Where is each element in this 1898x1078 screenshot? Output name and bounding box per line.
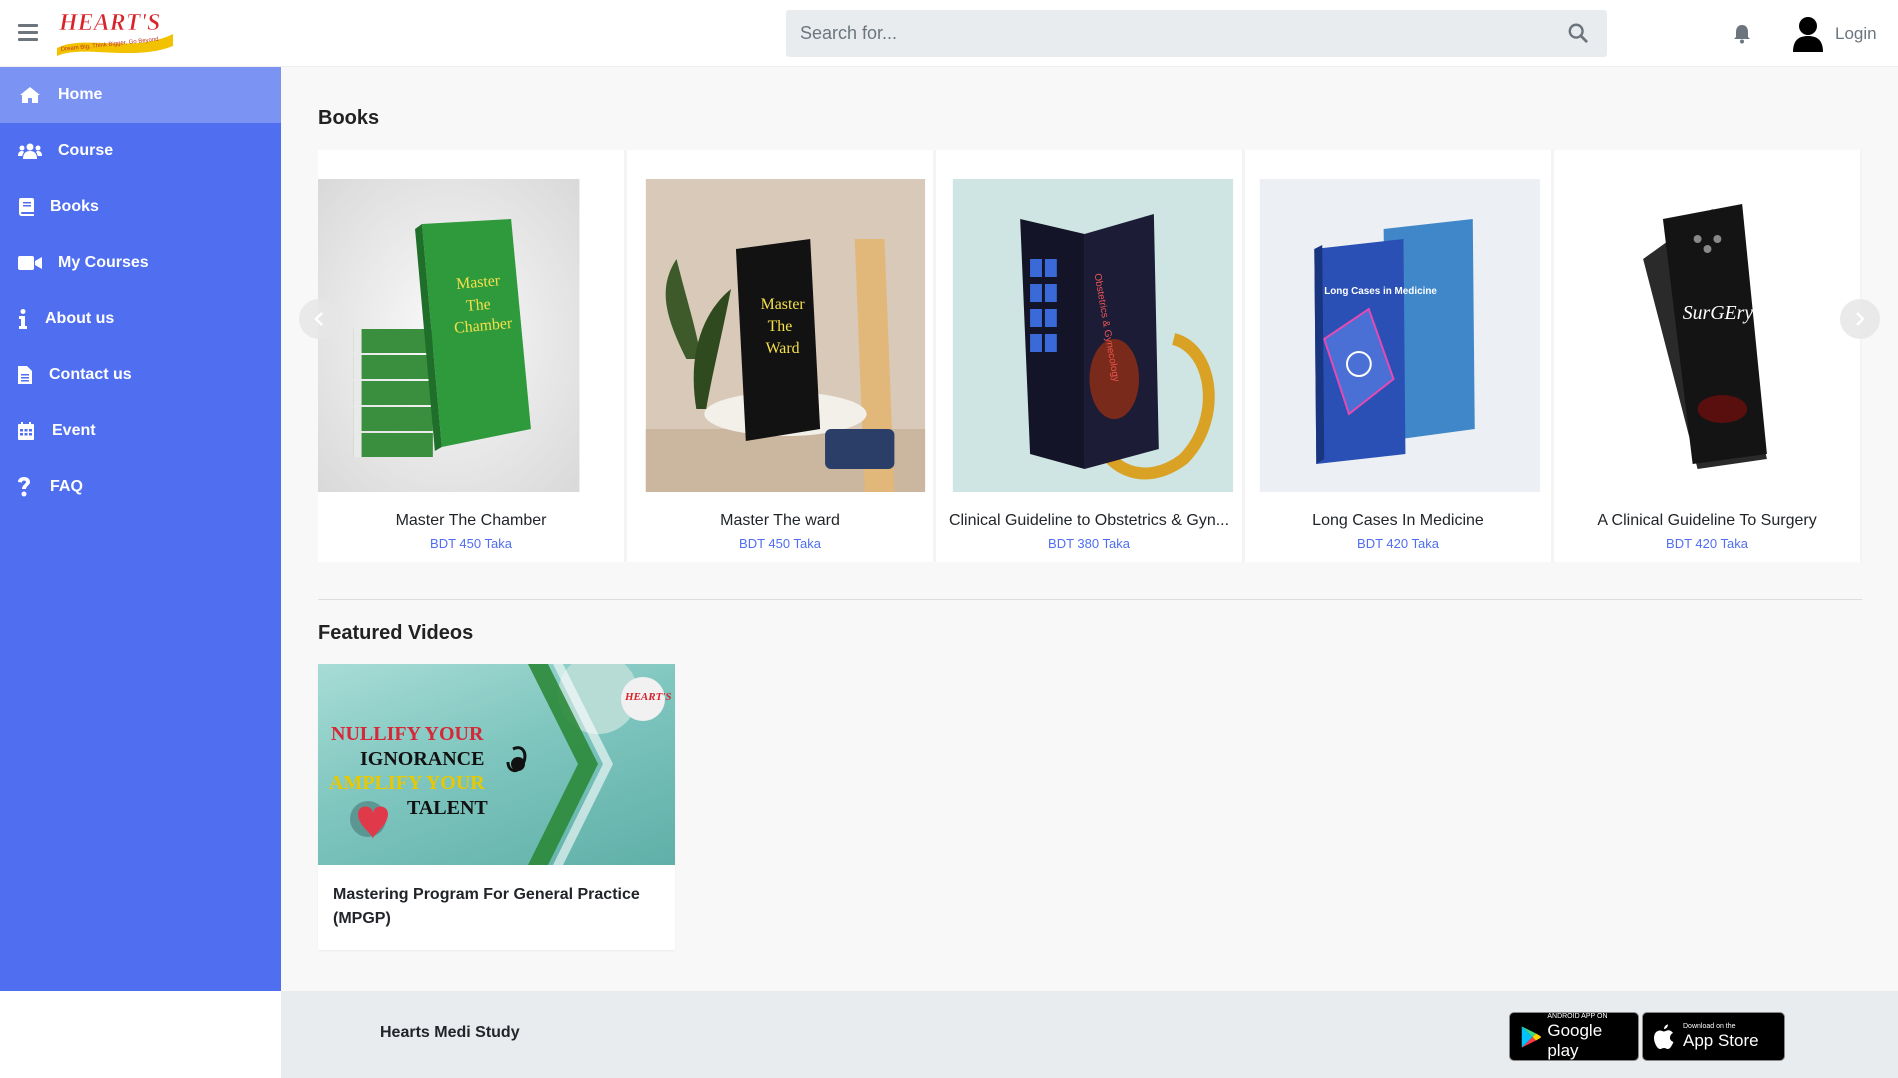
video-thumb-line: TALENT: [407, 797, 488, 819]
video-title: Mastering Program For General Practice (…: [333, 886, 640, 927]
sidebar-item-label: My Courses: [58, 254, 149, 271]
book-icon: [18, 197, 34, 217]
sidebar-item-label: Course: [58, 142, 114, 159]
book-cover-image: SurGEry: [1554, 179, 1860, 492]
carousel-prev-button[interactable]: [299, 299, 339, 339]
book-price: BDT 450 Taka: [739, 536, 821, 551]
user-avatar-icon[interactable]: [1791, 16, 1825, 52]
books-carousel: Master The Chamber Master The Chamber BD…: [318, 150, 1862, 562]
login-link[interactable]: Login: [1835, 24, 1877, 44]
sidebar-item-books[interactable]: Books: [0, 179, 281, 235]
sidebar-nav: Home Course Books My Courses About us Co…: [0, 67, 281, 991]
video-card[interactable]: HEART'S NULLIFY YOUR IGNORANCE AMPLIFY Y…: [318, 664, 675, 950]
brand-logo[interactable]: HEART'S Dream Big, Think Bigger, Go Beyo…: [53, 4, 177, 60]
book-title: Master The Chamber: [395, 512, 547, 529]
book-title: Long Cases In Medicine: [1312, 512, 1484, 529]
book-card[interactable]: Long Cases in Medicine Long Cases In Med…: [1245, 150, 1554, 562]
book-cover-image: Obstetrics & Gynecology: [952, 179, 1234, 492]
sidebar-item-my-courses[interactable]: My Courses: [0, 235, 281, 291]
google-play-big-text: Google play: [1547, 1020, 1603, 1060]
book-card[interactable]: Master The Ward Master The ward BDT 450 …: [627, 150, 936, 562]
main-content: Books Master The Chamber Master The Cham…: [281, 67, 1898, 991]
sidebar-item-home[interactable]: Home: [0, 67, 281, 123]
svg-text:The: The: [465, 296, 491, 315]
chevron-right-icon: [1856, 312, 1865, 326]
search-bar: [786, 10, 1607, 57]
app-store-big-text: App Store: [1683, 1030, 1759, 1050]
sidebar-item-event[interactable]: Event: [0, 403, 281, 459]
sidebar-item-label: Contact us: [49, 366, 132, 383]
home-icon: [18, 85, 42, 105]
carousel-next-button[interactable]: [1840, 299, 1880, 339]
books-section-title: Books: [318, 107, 380, 129]
book-card[interactable]: Obstetrics & Gynecology Clinical Guideli…: [936, 150, 1245, 562]
google-play-icon: [1521, 1025, 1541, 1048]
apple-icon: [1654, 1024, 1674, 1049]
sidebar-item-label: About us: [45, 310, 115, 327]
video-thumb-brand: HEART'S: [625, 691, 672, 703]
sidebar-item-label: Home: [58, 86, 103, 103]
video-thumb-line: IGNORANCE: [360, 748, 485, 770]
videos-section-title: Featured Videos: [318, 622, 474, 644]
app-store-small-text: Download on the: [1683, 1022, 1736, 1030]
sidebar-item-about-us[interactable]: About us: [0, 291, 281, 347]
book-card[interactable]: Master The Chamber Master The Chamber BD…: [318, 150, 627, 562]
search-icon[interactable]: [1567, 22, 1589, 44]
book-cover-image: Master The Ward: [645, 179, 926, 492]
svg-text:Ward: Ward: [766, 340, 800, 357]
menu-toggle-icon[interactable]: [18, 24, 38, 42]
book-price: BDT 420 Taka: [1357, 536, 1439, 551]
sidebar-item-label: Event: [52, 422, 96, 439]
sidebar-item-faq[interactable]: FAQ: [0, 459, 281, 515]
question-icon: [18, 477, 30, 497]
app-store-button[interactable]: Download on the App Store: [1642, 1012, 1785, 1061]
file-icon: [18, 365, 32, 385]
notification-bell-icon[interactable]: [1733, 24, 1751, 44]
svg-text:The: The: [768, 318, 793, 335]
video-icon: [18, 253, 42, 273]
sidebar-item-label: FAQ: [50, 478, 83, 495]
book-price: BDT 450 Taka: [430, 536, 512, 551]
book-cover-image: Master The Chamber: [318, 179, 580, 492]
users-icon: [18, 141, 42, 161]
info-icon: [18, 309, 28, 329]
site-footer: Hearts Medi Study ANDROID APP ON Google …: [281, 991, 1898, 1078]
chevron-left-icon: [314, 312, 323, 326]
svg-text:HEART'S: HEART'S: [58, 10, 160, 36]
google-play-small-text: ANDROID APP ON: [1547, 1012, 1608, 1020]
svg-text:SurGEry: SurGEry: [1683, 302, 1754, 324]
book-card[interactable]: SurGEry A Clinical Guideline To Surgery …: [1554, 150, 1862, 562]
book-title: Master The ward: [720, 512, 840, 529]
book-price: BDT 380 Taka: [1048, 536, 1130, 551]
book-price: BDT 420 Taka: [1666, 536, 1748, 551]
google-play-button[interactable]: ANDROID APP ON Google play: [1509, 1012, 1639, 1061]
sidebar-item-course[interactable]: Course: [0, 123, 281, 179]
video-thumbnail: HEART'S NULLIFY YOUR IGNORANCE AMPLIFY Y…: [318, 664, 675, 865]
footer-sidebar-spacer: [0, 991, 281, 1078]
book-title: A Clinical Guideline To Surgery: [1597, 512, 1817, 529]
video-thumb-line: NULLIFY YOUR: [331, 723, 484, 745]
sidebar-item-label: Books: [50, 198, 99, 215]
calendar-icon: [18, 421, 34, 441]
top-header: HEART'S Dream Big, Think Bigger, Go Beyo…: [0, 0, 1898, 67]
svg-text:Long Cases in Medicine: Long Cases in Medicine: [1324, 286, 1437, 297]
sidebar-item-contact-us[interactable]: Contact us: [0, 347, 281, 403]
section-divider: [318, 599, 1862, 600]
search-input[interactable]: [786, 10, 1607, 57]
book-title: Clinical Guideline to Obstetrics & Gyn..…: [948, 512, 1230, 529]
book-cover-image: Long Cases in Medicine: [1259, 179, 1541, 492]
svg-text:Master: Master: [761, 296, 806, 313]
footer-brand-title: Hearts Medi Study: [380, 1024, 520, 1041]
video-thumb-line: AMPLIFY YOUR: [329, 772, 485, 794]
